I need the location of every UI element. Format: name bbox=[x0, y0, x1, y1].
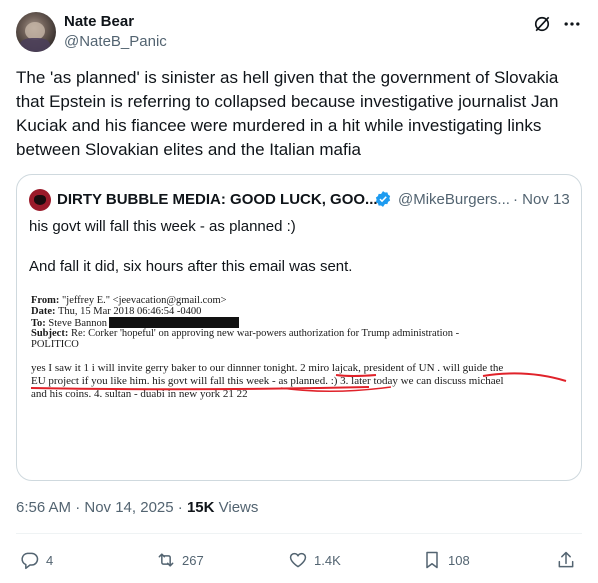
bookmark-icon bbox=[426, 551, 438, 569]
divider bbox=[16, 533, 582, 534]
bookmark-button[interactable]: 108 bbox=[422, 545, 470, 575]
views-count: 15K bbox=[186, 499, 215, 516]
tweet-timestamp[interactable]: 6:56 AM · Nov 14, 2025 · bbox=[16, 499, 187, 516]
more-icon[interactable] bbox=[562, 14, 582, 34]
reply-button[interactable]: 4 bbox=[20, 545, 53, 575]
tweet-text: The 'as planned' is sinister as hell giv… bbox=[16, 68, 559, 159]
views-label: Views bbox=[214, 499, 259, 516]
grok-icon[interactable] bbox=[532, 14, 552, 34]
quoted-author-name[interactable]: DIRTY BUBBLE MEDIA: GOOD LUCK, GOO... bbox=[57, 190, 378, 210]
share-button[interactable] bbox=[556, 545, 582, 575]
reply-count: 4 bbox=[46, 552, 54, 568]
quoted-tweet-header: DIRTY BUBBLE MEDIA: GOOD LUCK, GOO... @M… bbox=[29, 189, 570, 211]
verified-badge-icon bbox=[375, 191, 391, 207]
quoted-author-avatar[interactable] bbox=[29, 189, 51, 211]
author-avatar[interactable] bbox=[16, 12, 56, 52]
repost-icon bbox=[158, 553, 174, 567]
bookmark-count: 108 bbox=[448, 552, 470, 568]
author-handle[interactable]: @NateB_Panic bbox=[64, 33, 167, 51]
tweet-meta: 6:56 AM · Nov 14, 2025 · 15K Views bbox=[16, 498, 258, 518]
repost-count: 267 bbox=[182, 552, 204, 568]
red-underline-annotations bbox=[31, 372, 567, 393]
quoted-tweet-text-line1: his govt will fall this week - as planne… bbox=[29, 218, 296, 235]
action-bar: 4 267 1.4K 108 bbox=[16, 545, 582, 575]
share-icon bbox=[558, 551, 574, 568]
heart-icon bbox=[289, 552, 307, 568]
quoted-tweet-date[interactable]: · Nov 13 bbox=[513, 190, 570, 210]
author-name[interactable]: Nate Bear bbox=[64, 13, 134, 31]
like-button[interactable]: 1.4K bbox=[288, 545, 341, 575]
quoted-author-handle[interactable]: @MikeBurgers... bbox=[398, 190, 510, 210]
repost-button[interactable]: 267 bbox=[156, 545, 204, 575]
quoted-tweet[interactable]: DIRTY BUBBLE MEDIA: GOOD LUCK, GOO... @M… bbox=[16, 174, 582, 481]
quoted-tweet-text-line2: And fall it did, six hours after this em… bbox=[29, 258, 353, 275]
email-screenshot-image: From: "jeffrey E." <jeevacation@gmail.co… bbox=[31, 291, 567, 427]
tweet-header: Nate Bear @NateB_Panic bbox=[16, 12, 582, 56]
like-count: 1.4K bbox=[314, 552, 341, 568]
reply-icon bbox=[21, 552, 39, 570]
